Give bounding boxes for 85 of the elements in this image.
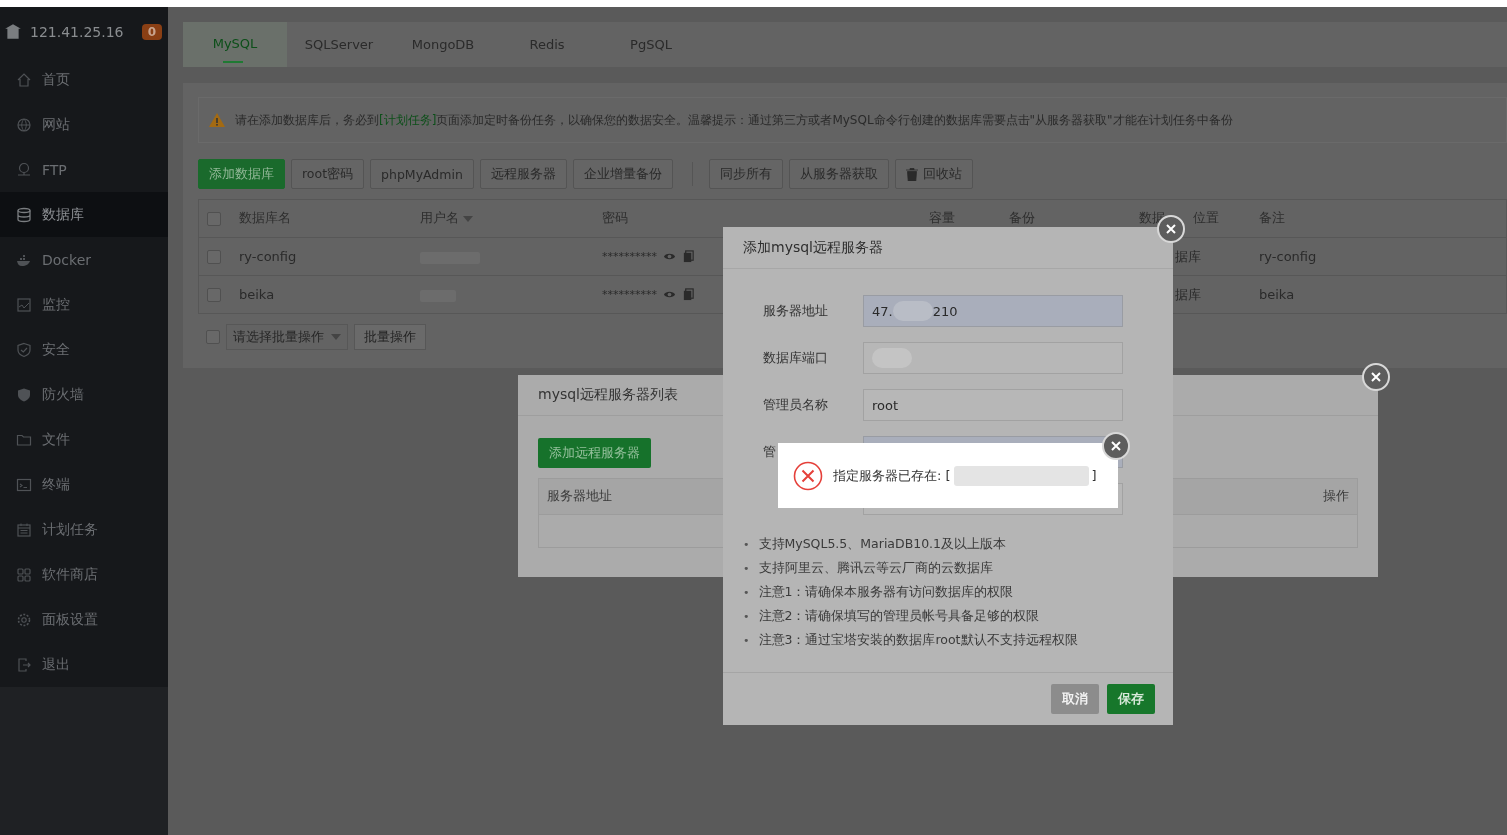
checkbox[interactable] bbox=[206, 330, 220, 344]
sidebar-item[interactable]: 安全 bbox=[0, 327, 168, 372]
note-item: 注意2：请确保填写的管理员帐号具备足够的权限 bbox=[758, 607, 1040, 625]
sidebar-item[interactable]: 数据库 bbox=[0, 192, 168, 237]
server-ip: 121.41.25.16 bbox=[30, 24, 125, 40]
sidebar-item[interactable]: FTP bbox=[0, 147, 168, 192]
cancel-button[interactable]: 取消 bbox=[1051, 684, 1099, 714]
toolbar-button[interactable]: phpMyAdmin bbox=[370, 159, 474, 189]
bullet: • bbox=[743, 585, 750, 599]
tab[interactable]: Redis bbox=[495, 22, 599, 67]
sidebar-item[interactable]: 计划任务 bbox=[0, 507, 168, 552]
close-icon bbox=[1111, 441, 1121, 451]
toolbar-button[interactable]: root密码 bbox=[291, 159, 365, 189]
modal-title: mysql远程服务器列表 bbox=[538, 386, 678, 404]
sidebar-item[interactable]: Docker bbox=[0, 237, 168, 282]
scheduled-tasks-link[interactable]: [计划任务] bbox=[379, 112, 437, 127]
sidebar-item[interactable]: 终端 bbox=[0, 462, 168, 507]
bullet: • bbox=[743, 609, 750, 623]
toolbar-button[interactable]: 远程服务器 bbox=[479, 159, 567, 189]
tab[interactable]: MongoDB bbox=[391, 22, 495, 67]
checkbox[interactable] bbox=[207, 249, 221, 264]
column-header: 操作 bbox=[1323, 488, 1349, 505]
input-field[interactable]: root bbox=[863, 389, 1123, 421]
field-label: 服务器地址 bbox=[763, 302, 828, 318]
notification-badge[interactable]: 0 bbox=[141, 24, 162, 40]
table-cell-text: beika bbox=[238, 287, 276, 302]
calendar-icon bbox=[16, 521, 32, 538]
sidebar-item[interactable]: 网站 bbox=[0, 102, 168, 147]
add-database-button[interactable]: 添加数据库 bbox=[198, 159, 285, 189]
copy-icon[interactable] bbox=[682, 250, 695, 263]
table-cell-text: ry-config bbox=[1258, 249, 1318, 264]
password-cell: ********** bbox=[602, 288, 657, 301]
bullet: • bbox=[743, 633, 750, 647]
field-label: 数据库端口 bbox=[763, 349, 828, 365]
database-icon bbox=[16, 206, 32, 223]
column-header: 服务器地址 bbox=[547, 488, 612, 505]
close-icon bbox=[1166, 224, 1176, 234]
sidebar-item[interactable]: 防火墙 bbox=[0, 372, 168, 417]
checkbox[interactable] bbox=[207, 287, 221, 302]
bullet: • bbox=[743, 537, 750, 551]
note-item: 支持MySQL5.5、MariaDB10.1及以上版本 bbox=[758, 535, 1007, 553]
tab[interactable]: MySQL bbox=[183, 22, 287, 67]
close-icon bbox=[1371, 372, 1381, 382]
note-item: 注意3：通过宝塔安装的数据库root默认不支持远程权限 bbox=[758, 631, 1078, 649]
field-label: 管理员名称 bbox=[763, 396, 828, 412]
chart-icon bbox=[16, 296, 32, 313]
sidebar-item[interactable]: 软件商店 bbox=[0, 552, 168, 597]
input-field[interactable]: 47. 210 bbox=[863, 295, 1123, 327]
grid-icon bbox=[16, 566, 32, 583]
tab[interactable]: PgSQL bbox=[599, 22, 703, 67]
copy-icon[interactable] bbox=[682, 288, 695, 301]
settings-icon bbox=[16, 611, 32, 628]
note-item: 支持阿里云、腾讯云等云厂商的云数据库 bbox=[758, 559, 993, 577]
sidebar-item[interactable]: 面板设置 bbox=[0, 597, 168, 642]
error-message: 指定服务器已存在: [ ] bbox=[833, 465, 1097, 486]
shield-icon bbox=[16, 386, 32, 403]
shield-icon bbox=[16, 341, 32, 358]
add-remote-server-button[interactable]: 添加远程服务器 bbox=[538, 438, 651, 468]
terminal-icon bbox=[16, 476, 32, 493]
caret-icon bbox=[331, 334, 341, 340]
trash-icon bbox=[905, 167, 918, 181]
sidebar-item[interactable]: 文件 bbox=[0, 417, 168, 462]
globe-icon bbox=[16, 116, 32, 133]
batch-button[interactable]: 批量操作 bbox=[354, 324, 426, 350]
home-icon bbox=[16, 71, 32, 88]
input-field[interactable] bbox=[863, 342, 1123, 374]
dialog-title: 添加mysql远程服务器 bbox=[743, 238, 883, 257]
sidebar-item[interactable]: 监控 bbox=[0, 282, 168, 327]
table-cell-text: ry-config bbox=[238, 249, 298, 264]
sidebar-item[interactable]: 首页 bbox=[0, 57, 168, 102]
tab[interactable]: SQLServer bbox=[287, 22, 391, 67]
checkbox[interactable] bbox=[207, 211, 221, 226]
network-icon bbox=[16, 161, 32, 178]
sidebar-item[interactable]: 退出 bbox=[0, 642, 168, 687]
table-cell-text: beika bbox=[1258, 287, 1296, 302]
logout-icon bbox=[16, 656, 32, 673]
save-button[interactable]: 保存 bbox=[1107, 684, 1155, 714]
field-label: 管 bbox=[763, 443, 776, 459]
error-icon bbox=[793, 460, 823, 491]
caret-icon[interactable] bbox=[463, 215, 473, 222]
pagoda-logo-icon bbox=[4, 23, 22, 41]
note-item: 注意1：请确保本服务器有访问数据库的权限 bbox=[758, 583, 1014, 601]
bullet: • bbox=[743, 561, 750, 575]
password-cell: ********** bbox=[602, 250, 657, 263]
warning-icon bbox=[209, 113, 225, 127]
